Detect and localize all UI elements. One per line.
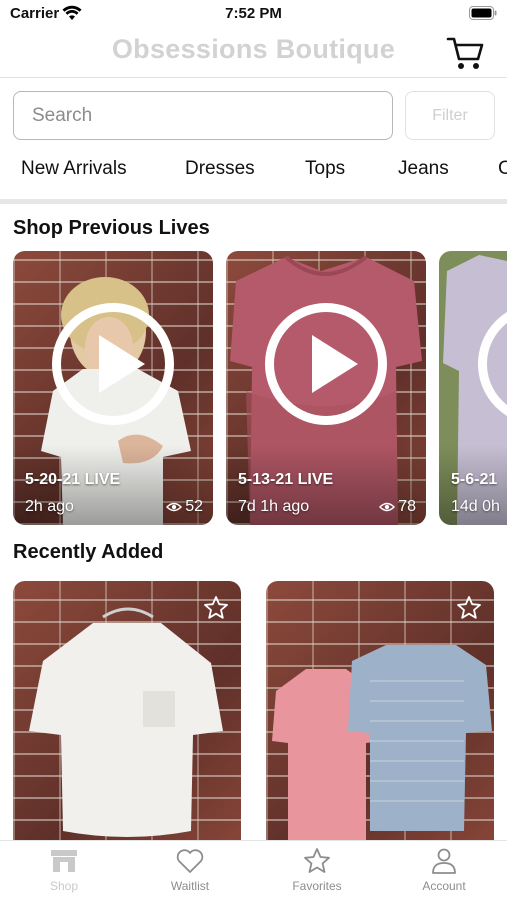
live-views: 78 (379, 498, 416, 516)
shop-icon (51, 850, 77, 872)
lives-section-title: Shop Previous Lives (13, 217, 210, 239)
category-dresses[interactable]: Dresses (185, 158, 255, 180)
tab-waitlist[interactable]: Waitlist (127, 847, 253, 893)
section-divider (0, 199, 507, 204)
live-date-label: 5-20-21 LIVE (25, 471, 121, 488)
category-next-partial[interactable]: C (498, 158, 507, 180)
live-date-label: 5-6-21 (451, 471, 498, 488)
live-views: 52 (166, 498, 203, 516)
product-card[interactable] (13, 581, 241, 843)
recent-section-title: Recently Added (13, 541, 164, 563)
category-jeans[interactable]: Jeans (398, 158, 449, 180)
tab-label: Waitlist (170, 879, 210, 893)
app-header: Obsessions Boutique (0, 28, 507, 78)
product-card[interactable] (266, 581, 494, 843)
status-bar: Carrier 7:52 PM (0, 0, 507, 28)
category-tabs: New Arrivals Dresses Tops Jeans C (0, 150, 507, 200)
cart-icon[interactable] (446, 34, 486, 72)
star-icon[interactable] (456, 595, 482, 621)
search-input[interactable] (13, 91, 393, 140)
tab-label: Favorites (292, 879, 342, 893)
heart-icon (176, 849, 204, 873)
eye-icon (379, 502, 396, 512)
tab-shop[interactable]: Shop (1, 847, 127, 893)
status-time: 7:52 PM (225, 5, 282, 22)
category-tops[interactable]: Tops (305, 158, 345, 180)
live-card[interactable]: 5-20-21 LIVE 2h ago 52 (13, 251, 213, 525)
play-icon[interactable] (265, 303, 387, 425)
star-icon[interactable] (203, 595, 229, 621)
live-date-label: 5-13-21 LIVE (238, 471, 334, 488)
live-view-count: 78 (398, 498, 416, 515)
live-card[interactable]: 5-13-21 LIVE 7d 1h ago 78 (226, 251, 426, 525)
category-new-arrivals[interactable]: New Arrivals (21, 158, 127, 180)
tab-label: Account (422, 879, 466, 893)
tab-account[interactable]: Account (381, 847, 507, 893)
live-card[interactable]: 5-6-21 14d 0h (439, 251, 507, 525)
play-icon[interactable] (52, 303, 174, 425)
star-icon (304, 848, 330, 873)
battery-icon (469, 6, 497, 20)
tab-label: Shop (49, 879, 79, 893)
person-icon (432, 848, 456, 874)
app-title: Obsessions Boutique (111, 34, 396, 64)
bottom-tab-bar: Shop Waitlist Favorites Account (0, 840, 507, 900)
filter-button[interactable]: Filter (405, 91, 495, 140)
tab-favorites[interactable]: Favorites (254, 847, 380, 893)
live-age: 14d 0h (451, 498, 500, 515)
live-age: 7d 1h ago (238, 498, 310, 515)
live-age: 2h ago (25, 498, 74, 515)
eye-icon (166, 502, 183, 512)
live-view-count: 52 (185, 498, 203, 515)
